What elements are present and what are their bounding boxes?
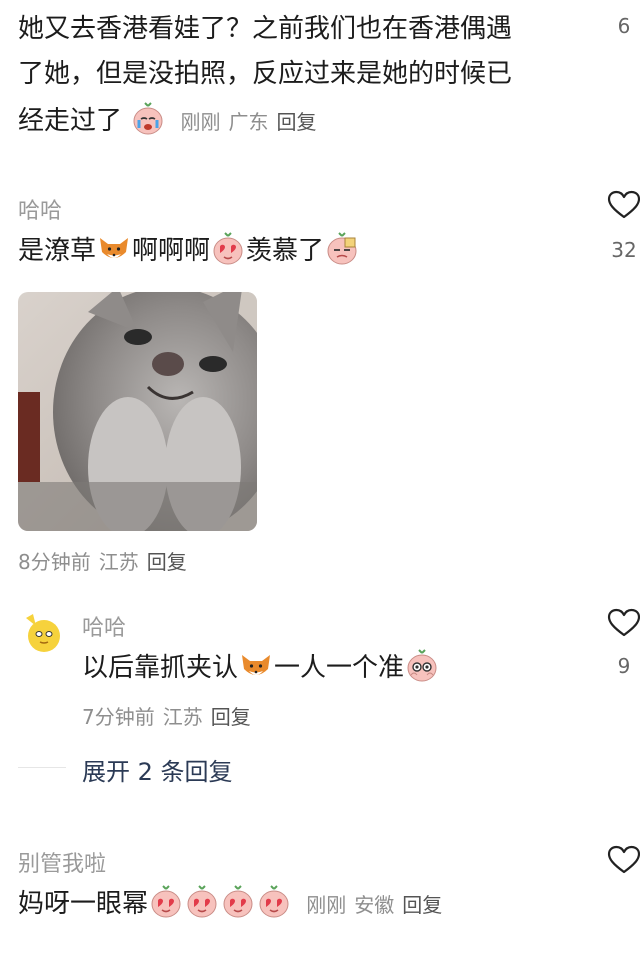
comment-text: 妈呀一眼幂 [18, 889, 149, 919]
expand-replies-button[interactable]: 展开 2 条回复 [82, 752, 233, 787]
username[interactable]: 哈哈 [18, 193, 62, 225]
like-count: 32 [611, 238, 637, 262]
fox-emoji-icon [97, 232, 131, 266]
crying-face-emoji-icon [131, 102, 165, 136]
heart-eyes-emoji-icon [221, 885, 255, 919]
timestamp: 刚刚 [180, 110, 221, 134]
reply-button[interactable]: 回复 [211, 705, 251, 729]
comment-text-line: 是潦草 啊啊啊 羡慕了 [18, 232, 360, 268]
fox-emoji-icon [239, 649, 273, 683]
comment-text: 啊啊啊 [132, 236, 211, 266]
comment-meta: 7分钟前 江苏 回复 [82, 701, 259, 730]
timestamp: 8分钟前 [18, 550, 91, 574]
location: 广东 [228, 110, 269, 134]
comment-text: 是潦草 [18, 236, 97, 266]
cat-image [18, 292, 257, 531]
comment-text-line: 妈呀一眼幂 刚刚 安徽 回复 [18, 885, 450, 922]
comment-text: 一人一个准 [274, 653, 405, 683]
comment-text-line: 经走过了 刚刚 广东 回复 [18, 102, 325, 139]
heart-eyes-emoji-icon [211, 232, 245, 266]
divider [18, 767, 66, 768]
like-count: 9 [617, 654, 631, 678]
like-heart-icon[interactable] [607, 190, 640, 220]
timestamp: 刚刚 [306, 893, 347, 917]
timestamp: 7分钟前 [82, 705, 155, 729]
cat-photo[interactable] [18, 292, 257, 531]
surprised-face-emoji-icon [405, 649, 439, 683]
like-count: 6 [617, 14, 631, 38]
reply-button[interactable]: 回复 [147, 550, 187, 574]
envious-face-emoji-icon [325, 232, 359, 266]
heart-eyes-emoji-icon [185, 885, 219, 919]
comment-text-line: 她又去香港看娃了？之前我们也在香港偶遇 [18, 14, 513, 44]
heart-eyes-emoji-icon [257, 885, 291, 919]
username[interactable]: 哈哈 [82, 610, 126, 642]
location: 江苏 [162, 705, 203, 729]
username[interactable]: 别管我啦 [18, 846, 106, 878]
reply-button[interactable]: 回复 [277, 110, 317, 134]
comment-text-line: 以后靠抓夹认 一人一个准 [82, 649, 440, 685]
location: 江苏 [98, 550, 139, 574]
avatar[interactable] [22, 612, 64, 654]
location: 安徽 [354, 893, 395, 917]
like-heart-icon[interactable] [607, 608, 640, 638]
comment-meta: 8分钟前 江苏 回复 [18, 546, 195, 575]
like-heart-icon[interactable] [607, 845, 640, 875]
comment-text: 羡慕了 [246, 236, 325, 266]
heart-eyes-emoji-icon [149, 885, 183, 919]
comment-text-line: 了她，但是没拍照，反应过来是她的时候已 [18, 59, 513, 89]
comment-text: 经走过了 [18, 106, 123, 136]
reply-button[interactable]: 回复 [402, 893, 442, 917]
comment-text: 以后靠抓夹认 [82, 653, 239, 683]
